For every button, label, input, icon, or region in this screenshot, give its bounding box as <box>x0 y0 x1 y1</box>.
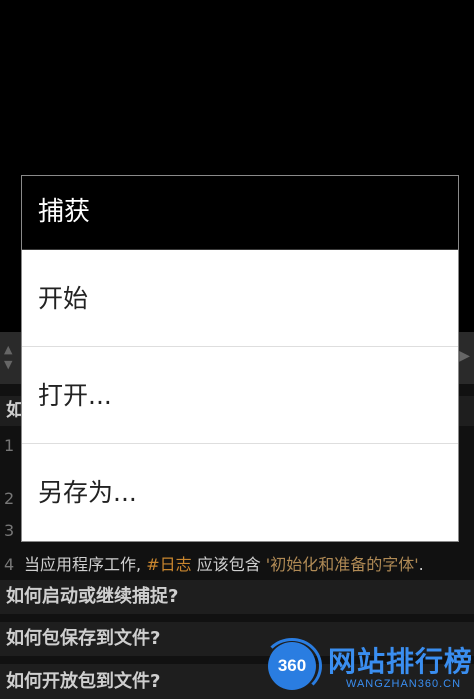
play-icon: ▶ <box>459 348 470 364</box>
scroll-down-icon: ▼ <box>4 358 13 371</box>
background-row-4: 4 当应用程序工作, #日志 应该包含 '初始化和准备的字体'. <box>4 555 424 574</box>
capture-dialog: 捕获 开始 打开... 另存为... <box>21 175 459 542</box>
menu-item-save-as[interactable]: 另存为... <box>22 444 458 541</box>
watermark-logo: 360 网站排行榜 WANGZHAN360.CN <box>262 638 474 699</box>
menu-item-open[interactable]: 打开... <box>22 347 458 444</box>
menu-item-start[interactable]: 开始 <box>22 250 458 347</box>
scroll-up-icon: ▲ <box>4 343 13 356</box>
watermark-url: WANGZHAN360.CN <box>346 678 462 690</box>
watermark-name: 网站排行榜 <box>328 645 474 678</box>
watermark-badge: 360 <box>268 642 316 690</box>
faq-start-capture[interactable]: 如何启动或继续捕捉? <box>0 580 474 614</box>
dialog-title: 捕获 <box>22 176 458 250</box>
